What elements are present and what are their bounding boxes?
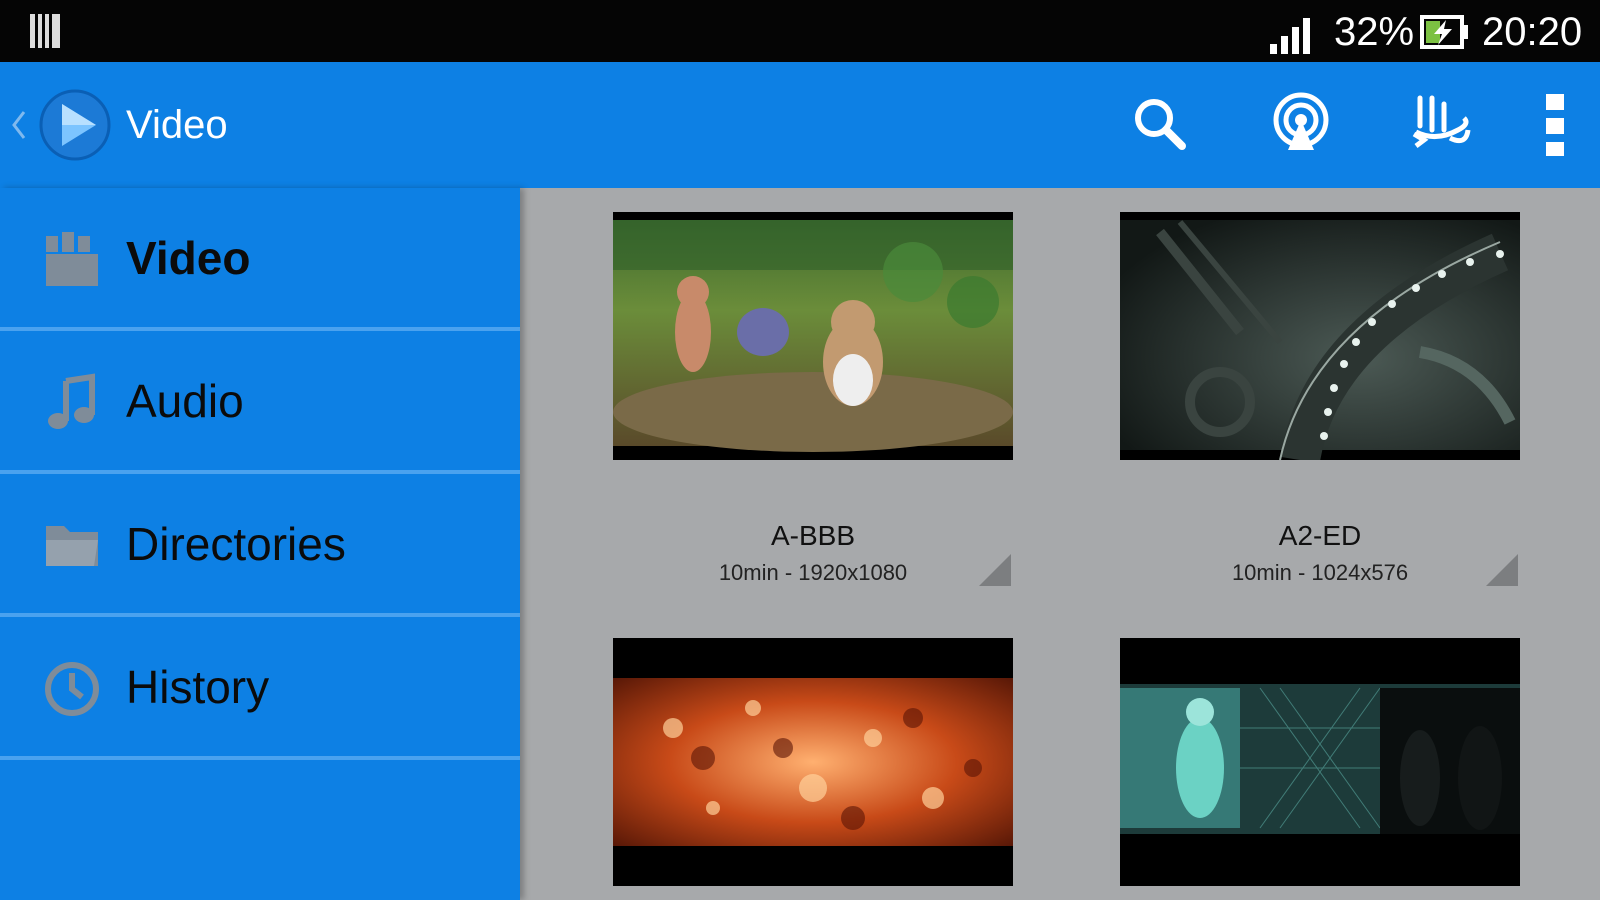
action-bar: Video xyxy=(0,62,1600,188)
battery-percent: 32% xyxy=(1334,10,1415,54)
drawer-item-label: Directories xyxy=(126,518,346,570)
music-note-icon xyxy=(42,373,102,438)
cast-button[interactable] xyxy=(1266,90,1336,160)
video-title: A2-ED xyxy=(1278,520,1362,551)
drawer-item-video[interactable]: Video xyxy=(0,188,520,331)
pointer-gesture-icon xyxy=(1406,95,1476,164)
video-title: A-BBB xyxy=(770,520,856,551)
notification-icon xyxy=(28,12,62,55)
signal-icon xyxy=(1270,16,1316,59)
drawer-item-audio[interactable]: Audio xyxy=(0,331,520,474)
clock-icon xyxy=(42,659,102,724)
app-play-logo-icon[interactable] xyxy=(38,88,112,167)
clapperboard-icon xyxy=(42,230,102,295)
corner-triangle-icon[interactable] xyxy=(1486,554,1518,591)
page-title: Video xyxy=(126,103,228,147)
drawer-item-label: History xyxy=(126,661,270,713)
video-card[interactable]: A2-ED 10min - 1024x576 xyxy=(1120,212,1520,586)
drawer-item-history[interactable]: History xyxy=(0,617,520,760)
video-meta: 10min - 1024x576 xyxy=(1231,560,1409,585)
video-thumbnail xyxy=(613,212,1013,460)
video-card[interactable] xyxy=(613,638,1013,886)
pointer-gesture-button[interactable] xyxy=(1406,90,1476,160)
video-thumbnail xyxy=(1120,212,1520,460)
search-button[interactable] xyxy=(1126,90,1196,160)
cast-icon xyxy=(1266,92,1336,164)
video-grid: A-BBB 10min - 1920x1080 A2-ED 10min - 10… xyxy=(520,188,1600,900)
video-thumbnail xyxy=(613,638,1013,886)
video-meta: 10min - 1920x1080 xyxy=(718,560,908,585)
video-thumbnail xyxy=(1120,638,1520,886)
navigation-drawer: Video Audio Directories History xyxy=(0,188,520,900)
clock: 20:20 xyxy=(1482,10,1583,54)
video-card[interactable]: A-BBB 10min - 1920x1080 xyxy=(613,212,1013,586)
folder-icon xyxy=(42,516,102,581)
drawer-item-label: Audio xyxy=(126,375,244,427)
overflow-menu-icon xyxy=(1520,94,1590,164)
corner-triangle-icon[interactable] xyxy=(979,554,1011,591)
drawer-item-label: Video xyxy=(126,232,251,284)
overflow-menu-button[interactable] xyxy=(1520,90,1590,160)
drawer-item-directories[interactable]: Directories xyxy=(0,474,520,617)
status-bar: 32% 20:20 xyxy=(0,0,1600,62)
video-card[interactable] xyxy=(1120,638,1520,886)
back-chevron-icon[interactable] xyxy=(8,108,28,147)
search-icon xyxy=(1126,99,1196,164)
battery-charging-icon xyxy=(1420,14,1470,55)
